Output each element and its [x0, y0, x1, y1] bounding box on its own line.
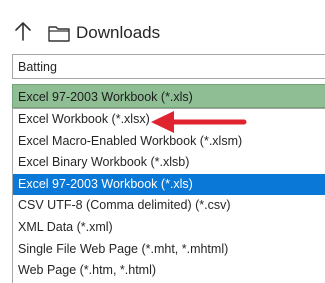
up-arrow-icon[interactable] — [14, 21, 32, 41]
current-folder-label[interactable]: Downloads — [76, 22, 160, 44]
file-type-option-xml[interactable]: XML Data (*.xml) — [13, 217, 325, 239]
file-type-option-xlsb[interactable]: Excel Binary Workbook (*.xlsb) — [13, 152, 325, 174]
file-type-selected-label: Excel 97-2003 Workbook (*.xls) — [18, 90, 193, 104]
file-type-option-htm[interactable]: Web Page (*.htm, *.html) — [13, 260, 325, 282]
file-name-value: Batting — [18, 60, 57, 74]
file-type-option-xls[interactable]: Excel 97-2003 Workbook (*.xls) — [13, 173, 325, 196]
file-type-option-csv-utf8[interactable]: CSV UTF-8 (Comma delimited) (*.csv) — [13, 195, 325, 217]
file-type-option-mht[interactable]: Single File Web Page (*.mht, *.mhtml) — [13, 239, 325, 261]
navigation-bar: Downloads — [0, 0, 325, 46]
folder-icon — [48, 26, 70, 42]
file-type-select[interactable]: Excel 97-2003 Workbook (*.xls) — [12, 84, 325, 108]
file-name-input[interactable]: Batting — [12, 54, 325, 79]
red-arrow-annotation — [151, 111, 247, 133]
